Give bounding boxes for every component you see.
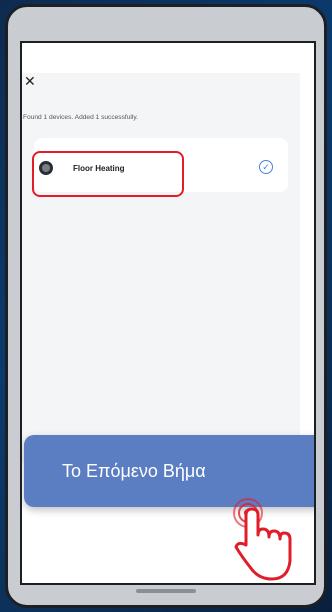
- result-panel: [22, 73, 300, 463]
- device-icon: [39, 161, 53, 175]
- check-icon: ✓: [259, 160, 273, 174]
- device-name: Floor Heating: [73, 164, 125, 173]
- tap-hand-icon: [233, 498, 292, 581]
- close-icon[interactable]: ✕: [24, 74, 36, 88]
- found-status-text: Found 1 devices. Added 1 successfully.: [23, 114, 138, 121]
- app-screen: ✕ Found 1 devices. Added 1 successfully.…: [20, 41, 316, 585]
- home-indicator: [136, 589, 196, 593]
- device-highlight-box: [32, 151, 184, 197]
- next-step-label: Το Επόμενο Βήμα: [62, 461, 206, 481]
- phone-frame: ✕ Found 1 devices. Added 1 successfully.…: [5, 4, 327, 608]
